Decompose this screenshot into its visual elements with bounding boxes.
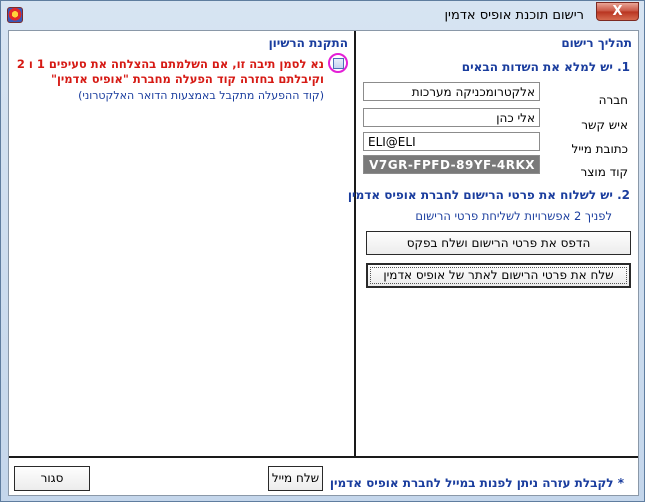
license-instruction-note: (קוד ההפעלה מתקבל באמצעות הדואר האלקטרונ… bbox=[78, 89, 324, 102]
email-label: כתובת מייל bbox=[571, 142, 628, 156]
registration-process-title: תהליך רישום bbox=[561, 36, 632, 50]
dialog-body: תהליך רישום 1. יש למלא את השדות הבאים חב… bbox=[8, 30, 639, 496]
send-to-site-button[interactable]: שלח את פרטי הרישום לאתר של אופיס אדמין bbox=[366, 263, 631, 288]
window-title: רישום תוכנת אופיס אדמין bbox=[444, 8, 585, 23]
license-checkbox-highlight bbox=[328, 53, 348, 73]
step2-title: 2. יש לשלוח את פרטי הרישום לחברת אופיס א… bbox=[347, 188, 630, 202]
license-install-panel: התקנת הרשיון נא לסמן תיבה זו, אם השלמתם … bbox=[9, 31, 354, 456]
contact-label: איש קשר bbox=[581, 118, 628, 132]
product-code-label: קוד מוצר bbox=[580, 165, 628, 179]
email-input[interactable] bbox=[363, 132, 540, 151]
license-instruction-line1: נא לסמן תיבה זו, אם השלמתם בהצלחה את סעי… bbox=[16, 57, 324, 71]
print-fax-button[interactable]: הדפס את פרטי הרישום ושלח בפקס bbox=[366, 231, 631, 255]
help-text: * לקבלת עזרה ניתן לפנות במייל לחברת אופי… bbox=[329, 476, 624, 490]
company-label: חברה bbox=[598, 93, 628, 107]
title-bar[interactable]: רישום תוכנת אופיס אדמין X bbox=[1, 1, 644, 30]
footer-divider bbox=[9, 456, 638, 458]
license-install-title: התקנת הרשיון bbox=[268, 36, 348, 50]
contact-input[interactable] bbox=[363, 108, 540, 127]
registration-process-panel: תהליך רישום 1. יש למלא את השדות הבאים חב… bbox=[348, 31, 638, 456]
close-button[interactable]: סגור bbox=[14, 466, 90, 491]
registration-window: רישום תוכנת אופיס אדמין X תהליך רישום 1.… bbox=[0, 0, 645, 502]
step2-subtitle: לפניך 2 אפשרויות לשליחת פרטי הרישום bbox=[415, 209, 612, 223]
license-confirm-checkbox[interactable] bbox=[333, 58, 344, 69]
window-close-button[interactable]: X bbox=[596, 2, 639, 21]
company-input[interactable] bbox=[363, 82, 540, 101]
send-mail-button[interactable]: שלח מייל bbox=[268, 466, 323, 491]
product-code-field bbox=[363, 155, 540, 174]
app-icon bbox=[7, 7, 23, 23]
step1-title: 1. יש למלא את השדות הבאים bbox=[461, 60, 630, 74]
license-instruction-line2: וקיבלתם בחזרה קוד הפעלה מחברת "אופיס אדמ… bbox=[50, 72, 324, 86]
